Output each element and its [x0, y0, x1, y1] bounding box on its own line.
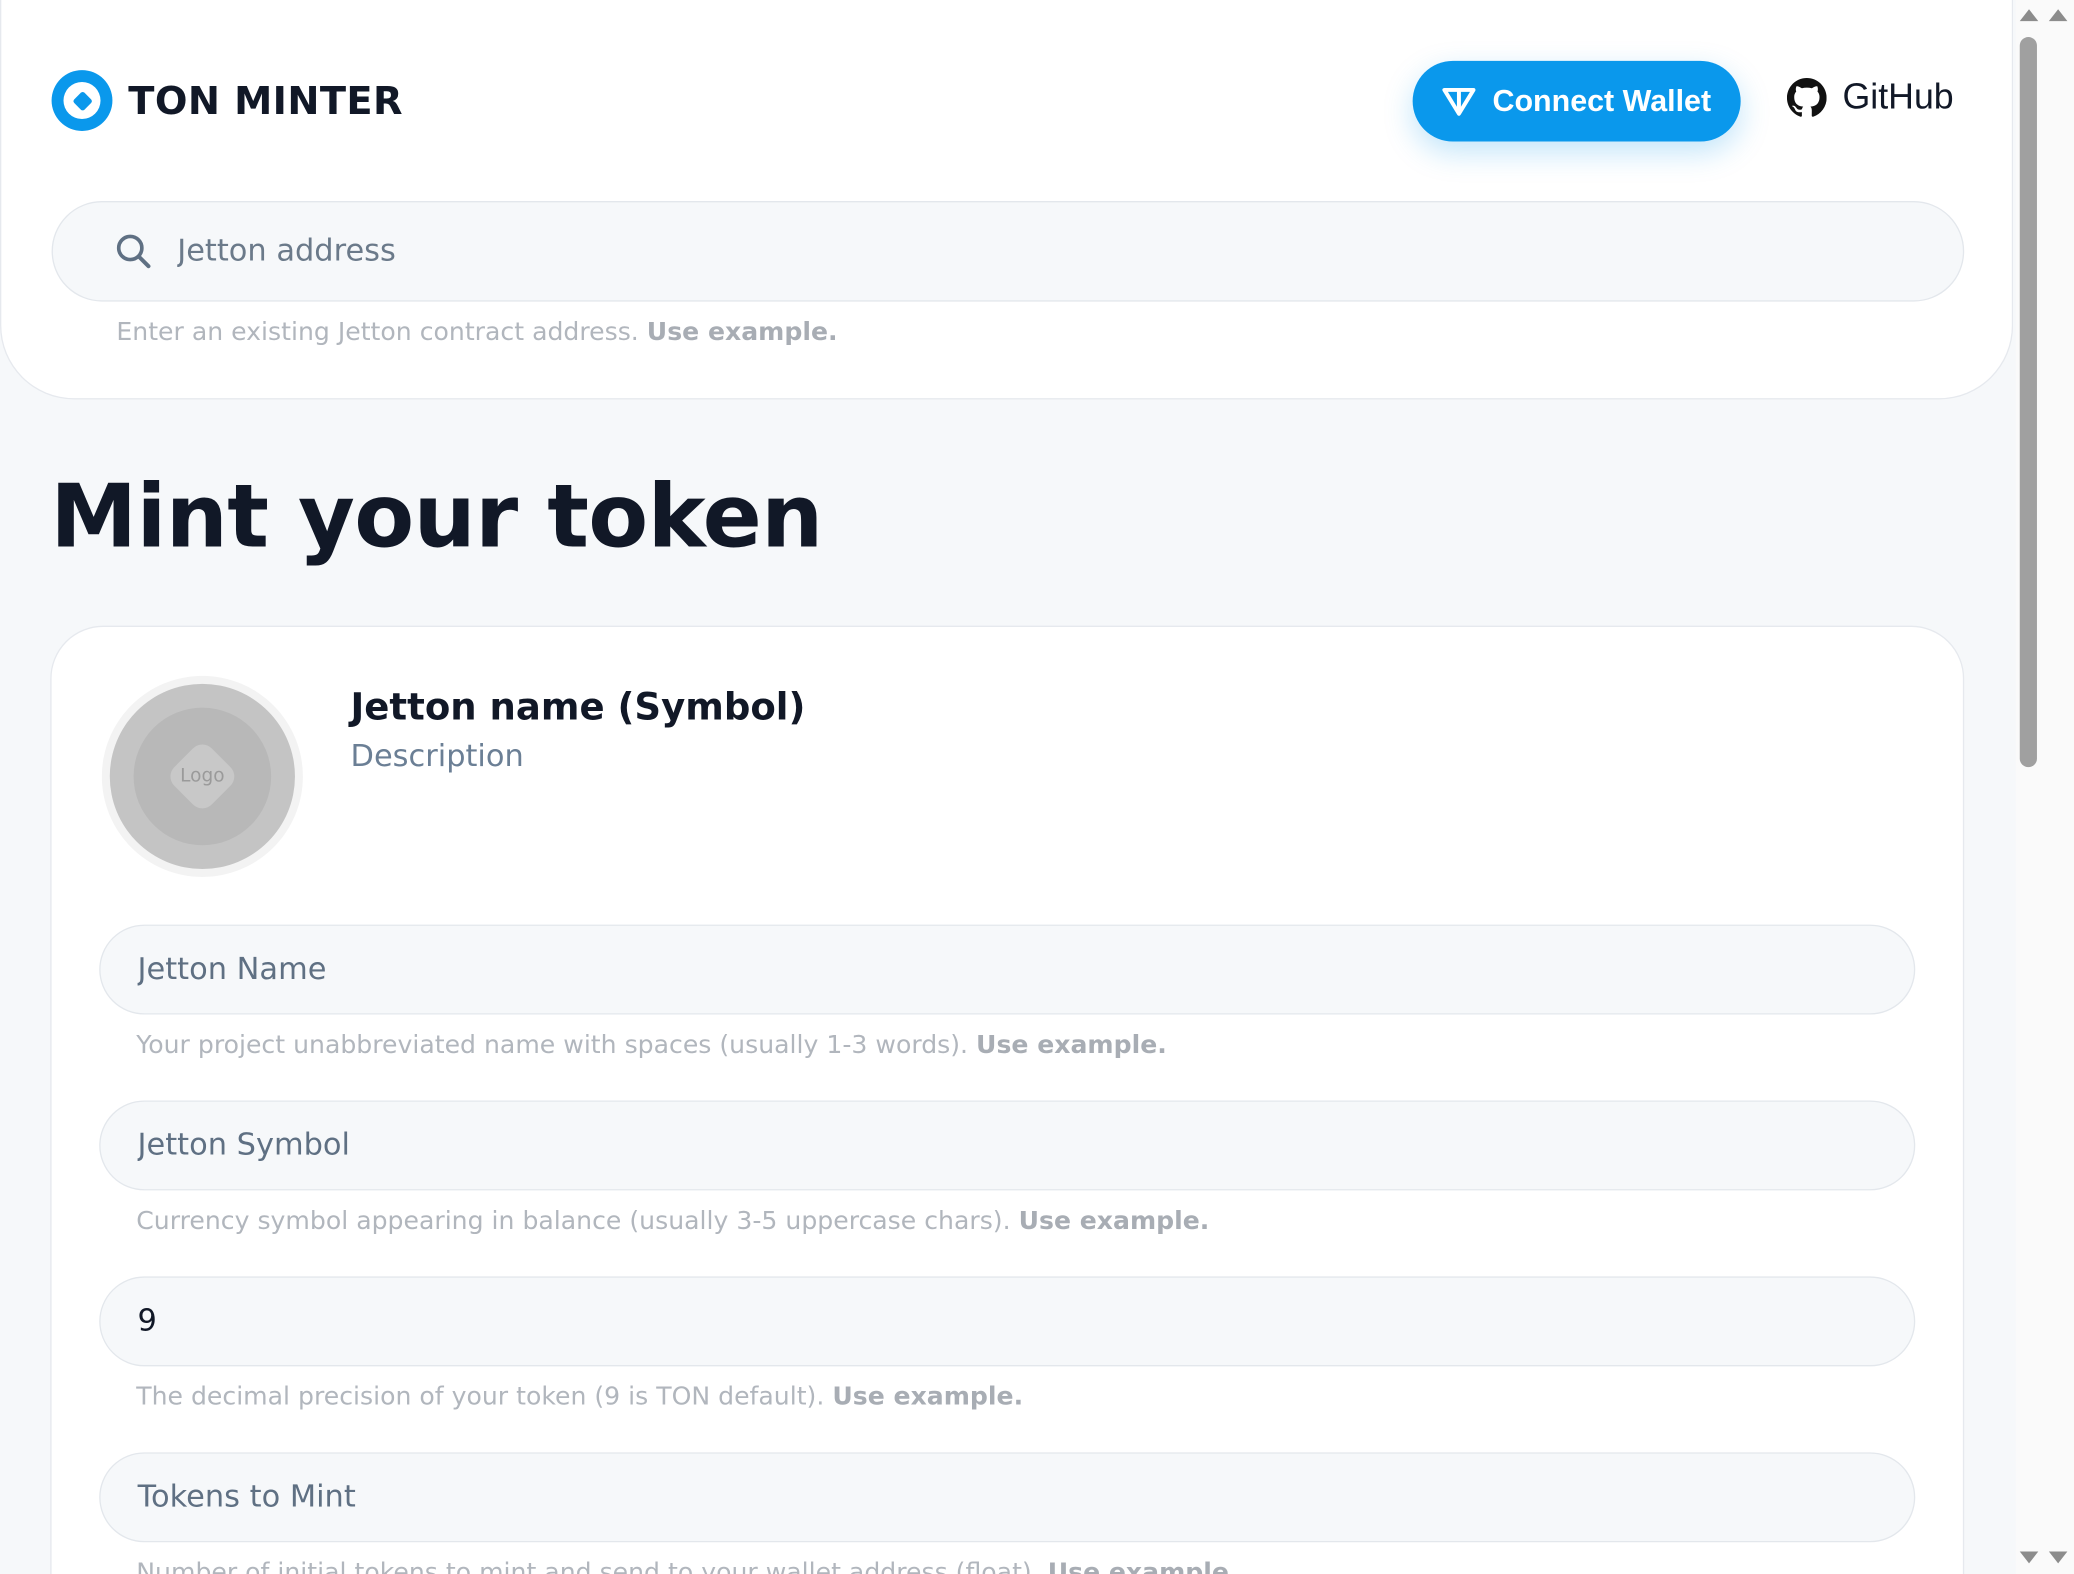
- jetton-symbol-hint-text: Currency symbol appearing in balance (us…: [136, 1206, 1011, 1236]
- tokens-to-mint-field[interactable]: [99, 1452, 1916, 1543]
- ton-logo-icon: [51, 70, 113, 131]
- scroll-up-arrow-icon[interactable]: [2019, 9, 2039, 22]
- logo-placeholder-label: Logo: [180, 765, 225, 788]
- tokens-to-mint-input[interactable]: [137, 1480, 1858, 1515]
- tokens-to-mint-hint: Number of initial tokens to mint and sen…: [136, 1558, 1238, 1574]
- jetton-symbol-input[interactable]: [137, 1128, 1858, 1163]
- decimals-hint: The decimal precision of your token (9 i…: [136, 1382, 1023, 1411]
- ton-diamond-icon: [1442, 87, 1476, 116]
- scroll-down-arrow-icon-2[interactable]: [2048, 1551, 2068, 1564]
- jetton-name-input[interactable]: [137, 952, 1858, 987]
- connect-wallet-button[interactable]: Connect Wallet: [1412, 60, 1741, 142]
- jetton-symbol-field[interactable]: [99, 1100, 1916, 1191]
- brand-name: TON MINTER: [128, 78, 403, 124]
- jetton-symbol-hint: Currency symbol appearing in balance (us…: [136, 1206, 1209, 1235]
- page: TON MINTER Connect Wallet GitHub Enter a…: [0, 0, 2074, 1574]
- decimals-input[interactable]: [137, 1304, 1858, 1339]
- search-hint-text: Enter an existing Jetton contract addres…: [116, 317, 639, 347]
- scrollbar-thumb[interactable]: [2019, 37, 2037, 768]
- token-preview-description: Description: [350, 739, 524, 774]
- decimals-field[interactable]: [99, 1276, 1916, 1367]
- scroll-down-arrow-icon[interactable]: [2019, 1551, 2039, 1564]
- jetton-name-use-example-link[interactable]: Use example.: [976, 1030, 1167, 1059]
- jetton-address-search[interactable]: [51, 201, 1965, 302]
- tokens-to-mint-hint-text: Number of initial tokens to mint and sen…: [136, 1558, 1040, 1574]
- decimals-use-example-link[interactable]: Use example.: [832, 1382, 1023, 1411]
- header-card: TON MINTER Connect Wallet GitHub Enter a…: [0, 0, 2014, 400]
- jetton-address-input[interactable]: [177, 234, 1765, 269]
- page-title: Mint your token: [50, 465, 823, 568]
- scroll-up-arrow-icon-2[interactable]: [2048, 9, 2068, 22]
- token-logo-upload[interactable]: Logo: [101, 675, 303, 877]
- github-icon: [1786, 77, 1827, 117]
- search-icon: [116, 234, 151, 269]
- jetton-name-hint-text: Your project unabbreviated name with spa…: [136, 1030, 969, 1060]
- jetton-name-field[interactable]: [99, 924, 1916, 1015]
- connect-wallet-label: Connect Wallet: [1492, 83, 1712, 118]
- decimals-hint-text: The decimal precision of your token (9 i…: [136, 1382, 825, 1412]
- jetton-name-hint: Your project unabbreviated name with spa…: [136, 1030, 1167, 1059]
- search-use-example-link[interactable]: Use example.: [647, 317, 838, 346]
- token-preview-title: Jetton name (Symbol): [350, 685, 806, 729]
- jetton-symbol-use-example-link[interactable]: Use example.: [1019, 1206, 1210, 1235]
- search-hint: Enter an existing Jetton contract addres…: [116, 317, 837, 346]
- github-label: GitHub: [1842, 76, 1954, 117]
- brand-logo[interactable]: TON MINTER: [51, 70, 403, 131]
- github-link[interactable]: GitHub: [1786, 76, 1954, 118]
- mint-form-card: Logo Jetton name (Symbol) Description Yo…: [50, 625, 1965, 1574]
- tokens-to-mint-use-example-link[interactable]: Use example.: [1048, 1558, 1239, 1574]
